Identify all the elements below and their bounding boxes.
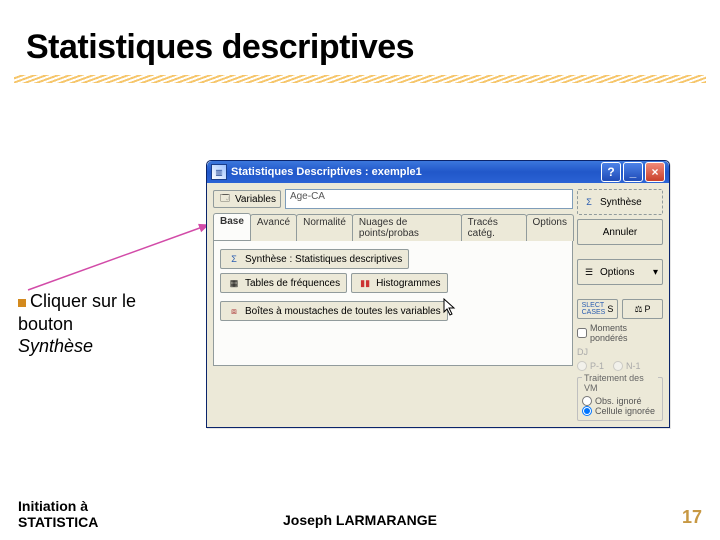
instruction-text: Cliquer sur le bouton Synthèse: [18, 290, 188, 358]
weight-icon: ⚖: [634, 304, 642, 315]
boxplots-label: Boîtes à moustaches de toutes les variab…: [245, 306, 441, 317]
variables-display: Age-CA: [285, 189, 573, 209]
options-button[interactable]: ☰ Options ▾: [577, 259, 663, 285]
tab-avance[interactable]: Avancé: [250, 214, 297, 241]
obs-ignore-radio[interactable]: [582, 396, 592, 406]
freq-tables-button[interactable]: ▦ Tables de fréquences: [220, 273, 347, 293]
moments-checkbox[interactable]: [577, 328, 587, 338]
sum-icon: Σ: [227, 252, 241, 266]
n1-radio: [613, 361, 623, 371]
cell-ignore-label: Cellule ignorée: [595, 406, 655, 416]
annuler-button[interactable]: Annuler: [577, 219, 663, 245]
variables-label: Variables: [235, 194, 276, 205]
options-label: Options: [600, 267, 634, 278]
synthese-label: Synthèse: [600, 197, 642, 208]
arrow-pointer: [18, 220, 218, 300]
slide-title: Statistiques descriptives: [0, 0, 720, 67]
bullet-icon: [18, 299, 26, 307]
title-underline: [14, 75, 706, 83]
variables-icon: 🗔: [218, 192, 232, 206]
sum-icon-small: Σ: [582, 195, 596, 209]
synthese-button[interactable]: Σ Synthèse: [577, 189, 663, 215]
synthesis-stats-label: Synthèse : Statistiques descriptives: [245, 254, 402, 265]
freq-tables-label: Tables de fréquences: [245, 278, 340, 289]
tab-nuages[interactable]: Nuages de points/probas: [352, 214, 462, 241]
cell-ignore-radio[interactable]: [582, 406, 592, 416]
table-icon: ▦: [227, 276, 241, 290]
tab-panel-base: Σ Synthèse : Statistiques descriptives ▦…: [213, 241, 573, 366]
p1-radio: [577, 361, 587, 371]
variables-button[interactable]: 🗔 Variables: [213, 190, 281, 208]
vm-fieldset: Traitement des VM Obs. ignoré Cellule ig…: [577, 377, 663, 421]
close-button[interactable]: ×: [645, 162, 665, 182]
tab-base[interactable]: Base: [213, 213, 251, 240]
statistica-dialog: ▥ Statistiques Descriptives : exemple1 ?…: [206, 160, 670, 428]
dj-label: DJ: [577, 347, 588, 357]
histogram-icon: ▮▮: [358, 276, 372, 290]
footer-center: Joseph LARMARANGE: [0, 512, 720, 528]
p-button[interactable]: ⚖ P: [622, 299, 663, 319]
tab-normalite[interactable]: Normalité: [296, 214, 353, 241]
moments-label: Moments pondérés: [590, 323, 663, 343]
n1-label: N-1: [626, 361, 641, 371]
tab-traces[interactable]: Tracés catég.: [461, 214, 527, 241]
tab-options[interactable]: Options: [526, 214, 574, 241]
options-icon: ☰: [582, 265, 596, 279]
titlebar-text: Statistiques Descriptives : exemple1: [231, 166, 599, 178]
select-cases-button[interactable]: SLECTCASES S: [577, 299, 618, 319]
app-icon: ▥: [211, 164, 227, 180]
help-button[interactable]: ?: [601, 162, 621, 182]
synthesis-stats-button[interactable]: Σ Synthèse : Statistiques descriptives: [220, 249, 409, 269]
minimize-button[interactable]: _: [623, 162, 643, 182]
tabbar: Base Avancé Normalité Nuages de points/p…: [213, 213, 573, 241]
boxplot-icon: ⧈: [227, 304, 241, 318]
histograms-label: Histogrammes: [376, 278, 440, 289]
titlebar[interactable]: ▥ Statistiques Descriptives : exemple1 ?…: [207, 161, 669, 183]
histograms-button[interactable]: ▮▮ Histogrammes: [351, 273, 447, 293]
select-cases-icon: SLECTCASES: [582, 302, 606, 316]
annuler-label: Annuler: [603, 227, 637, 238]
footer-page-number: 17: [682, 507, 702, 528]
obs-ignore-label: Obs. ignoré: [595, 396, 642, 406]
vm-fieldset-label: Traitement des VM: [582, 373, 658, 393]
p1-label: P-1: [590, 361, 604, 371]
boxplots-button[interactable]: ⧈ Boîtes à moustaches de toutes les vari…: [220, 301, 448, 321]
chevron-down-icon: ▾: [653, 267, 658, 278]
